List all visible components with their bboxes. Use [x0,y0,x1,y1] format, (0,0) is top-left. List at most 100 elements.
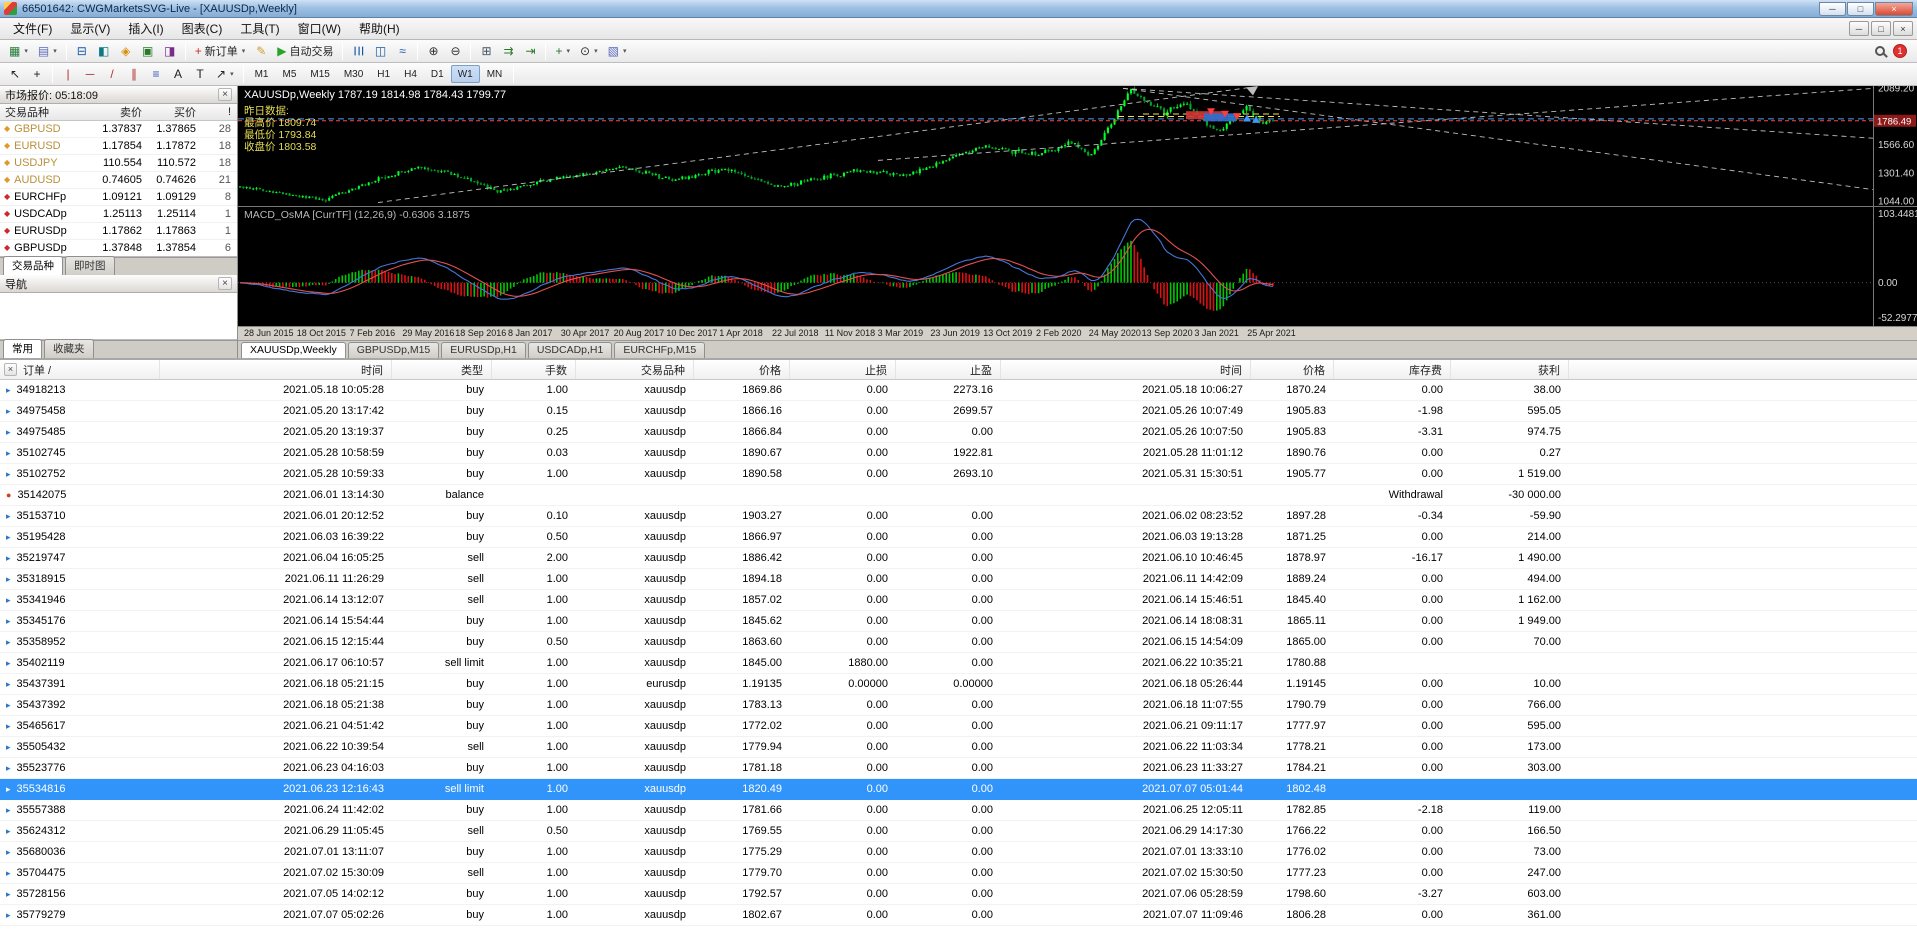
candle-chart-button[interactable]: ◫ [369,41,391,61]
navigator-close-icon[interactable]: × [218,277,232,290]
menu-item-3[interactable]: 图表(C) [173,20,232,38]
search-icon[interactable] [1875,46,1885,56]
order-row[interactable]: ▸ 35437391 2021.06.18 05:21:15 buy 1.00 eurus… [0,674,1917,695]
market-watch-row[interactable]: ◆ EURUSDp 1.17862 1.17863 1 [0,223,237,240]
new-chart-button[interactable]: ▦ ▾ [4,41,33,61]
cursor-tool[interactable]: ↖ [4,64,26,84]
terminal-close-icon[interactable]: × [4,363,17,376]
notification-badge[interactable]: 1 [1893,44,1907,58]
menu-item-5[interactable]: 窗口(W) [289,20,350,38]
order-row[interactable]: ▸ 35465617 2021.06.21 04:51:42 buy 1.00 xauus… [0,716,1917,737]
minimize-button[interactable]: ─ [1819,1,1846,16]
orders-column-symbol[interactable]: 交易品种 [576,360,694,379]
chart-tab-0[interactable]: XAUUSDp,Weekly [241,342,346,358]
channel-tool[interactable]: ∥ [123,64,145,84]
menu-item-4[interactable]: 工具(T) [231,20,288,38]
orders-column-swap[interactable]: 库存费 [1334,360,1451,379]
order-row[interactable]: ▸ 35102745 2021.05.28 10:58:59 buy 0.03 xauus… [0,443,1917,464]
periods-button[interactable]: ⊙ ▾ [575,41,603,61]
timeframe-m5-button[interactable]: M5 [275,65,303,83]
timeframe-m1-button[interactable]: M1 [248,65,276,83]
order-row[interactable]: ▸ 35557388 2021.06.24 11:42:02 buy 1.00 xauus… [0,800,1917,821]
timeframe-h4-button[interactable]: H4 [397,65,424,83]
orders-column-close-price[interactable]: 价格 [1251,360,1334,379]
text-tool[interactable]: A [167,64,189,84]
orders-column-sl[interactable]: 止损 [790,360,896,379]
order-row[interactable]: ▸ 35505432 2021.06.22 10:39:54 sell 1.00 xauu… [0,737,1917,758]
orders-column-lots[interactable]: 手数 [492,360,576,379]
timeframe-w1-button[interactable]: W1 [450,65,480,83]
order-row[interactable]: ▸ 35345176 2021.06.14 15:54:44 buy 1.00 xauus… [0,611,1917,632]
orders-column-tp[interactable]: 止盈 [896,360,1001,379]
navigator-tab-0[interactable]: 常用 [3,339,42,358]
terminal-toggle[interactable]: ▣ [137,41,159,61]
orders-column-id[interactable]: × 订单 / [0,360,160,379]
market-watch-tab-1[interactable]: 即时图 [65,256,115,275]
order-row[interactable]: ▸ 35102752 2021.05.28 10:59:33 buy 1.00 xauus… [0,464,1917,485]
timeframe-d1-button[interactable]: D1 [424,65,451,83]
order-row[interactable]: ▸ 35195428 2021.06.03 16:39:22 buy 0.50 xauus… [0,527,1917,548]
order-row[interactable]: ▸ 35437392 2021.06.18 05:21:38 buy 1.00 xauus… [0,695,1917,716]
maximize-button[interactable]: □ [1847,1,1874,16]
chart-shift-button[interactable]: ⇥ [519,41,541,61]
market-watch-row[interactable]: ◆ EURUSD 1.17854 1.17872 18 [0,138,237,155]
new-order-button[interactable]: + 新订单 ▾ [190,41,251,61]
market-watch-row[interactable]: ◆ USDJPY 110.554 110.572 18 [0,155,237,172]
market-watch-column-2[interactable]: 买价 [148,104,202,120]
price-chart[interactable]: 2089.20 1566.60 1301.40 1044.00103.4481 0.00… [238,86,1917,326]
data-window-toggle[interactable]: ◧ [93,41,115,61]
bar-chart-button[interactable]: ☰ [347,41,369,61]
menu-item-6[interactable]: 帮助(H) [350,20,409,38]
close-button[interactable]: × [1875,1,1913,16]
profiles-button[interactable]: ▤ ▾ [33,41,62,61]
orders-column-open-time[interactable]: 时间 [160,360,392,379]
mdi-restore-button[interactable]: □ [1871,21,1891,36]
timeframe-h1-button[interactable]: H1 [370,65,397,83]
order-row[interactable]: ▸ 35358952 2021.06.15 12:15:44 buy 0.50 xauus… [0,632,1917,653]
indicators-button[interactable]: + ▾ [550,41,575,61]
market-watch-row[interactable]: ◆ USDCADp 1.25113 1.25114 1 [0,206,237,223]
chart-tab-1[interactable]: GBPUSDp,M15 [347,342,440,358]
order-row[interactable]: ▸ 35680036 2021.07.01 13:11:07 buy 1.00 xauus… [0,842,1917,863]
mdi-close-button[interactable]: × [1893,21,1913,36]
zoom-out-button[interactable]: ⊖ [444,41,466,61]
order-row[interactable]: ▸ 35534816 2021.06.23 12:16:43 sell limit 1.… [0,779,1917,800]
zoom-in-button[interactable]: ⊕ [422,41,444,61]
trendline-tool[interactable]: / [101,64,123,84]
timeframe-m15-button[interactable]: M15 [303,65,336,83]
order-row[interactable]: ▸ 34975485 2021.05.20 13:19:37 buy 0.25 xauus… [0,422,1917,443]
timeframe-m30-button[interactable]: M30 [337,65,370,83]
order-row[interactable]: ▸ 35341946 2021.06.14 13:12:07 sell 1.00 xauu… [0,590,1917,611]
chart-tab-3[interactable]: USDCADp,H1 [527,342,613,358]
market-watch-row[interactable]: ◆ EURCHFp 1.09121 1.09129 8 [0,189,237,206]
label-tool[interactable]: T [189,64,211,84]
order-row[interactable]: ▸ 35219747 2021.06.04 16:05:25 sell 2.00 xauu… [0,548,1917,569]
order-row[interactable]: ▸ 35728156 2021.07.05 14:02:12 buy 1.00 xauus… [0,884,1917,905]
market-watch-column-3[interactable]: ! [202,106,237,118]
order-row[interactable]: ▸ 35153710 2021.06.01 20:12:52 buy 0.10 xauus… [0,506,1917,527]
date-axis[interactable]: 28 Jun 2015 18 Oct 2015 7 Feb 2016 29 May 2… [238,326,1917,340]
order-row[interactable]: ▸ 34975458 2021.05.20 13:17:42 buy 0.15 xauus… [0,401,1917,422]
horizontal-line-tool[interactable]: ─ [79,64,101,84]
order-row[interactable]: ▸ 35523776 2021.06.23 04:16:03 buy 1.00 xauus… [0,758,1917,779]
menu-item-1[interactable]: 显示(V) [61,20,119,38]
market-watch-row[interactable]: ◆ AUDUSD 0.74605 0.74626 21 [0,172,237,189]
menu-item-0[interactable]: 文件(F) [4,20,61,38]
timeframe-mn-button[interactable]: MN [480,65,510,83]
navigator-tab-1[interactable]: 收藏夹 [44,339,94,358]
vertical-line-tool[interactable]: | [57,64,79,84]
strategy-tester-toggle[interactable]: ◨ [159,41,181,61]
order-row[interactable]: ● 35142075 2021.06.01 13:14:30 balance Withd… [0,485,1917,506]
order-row[interactable]: ▸ 35318915 2021.06.11 11:26:29 sell 1.00 xauu… [0,569,1917,590]
menu-item-2[interactable]: 插入(I) [119,20,172,38]
fibonacci-tool[interactable]: ≡ [145,64,167,84]
auto-scroll-button[interactable]: ⇉ [497,41,519,61]
mdi-minimize-button[interactable]: ─ [1849,21,1869,36]
arrows-tool[interactable]: ↗ ▾ [211,64,239,84]
order-row[interactable]: ▸ 35402119 2021.06.17 06:10:57 sell limit 1.… [0,653,1917,674]
market-watch-column-1[interactable]: 卖价 [92,104,148,120]
chart-tab-2[interactable]: EURUSDp,H1 [441,342,526,358]
orders-column-profit[interactable]: 获利 [1451,360,1569,379]
crosshair-tool[interactable]: + [26,64,48,84]
templates-button[interactable]: ▧ ▾ [603,41,632,61]
